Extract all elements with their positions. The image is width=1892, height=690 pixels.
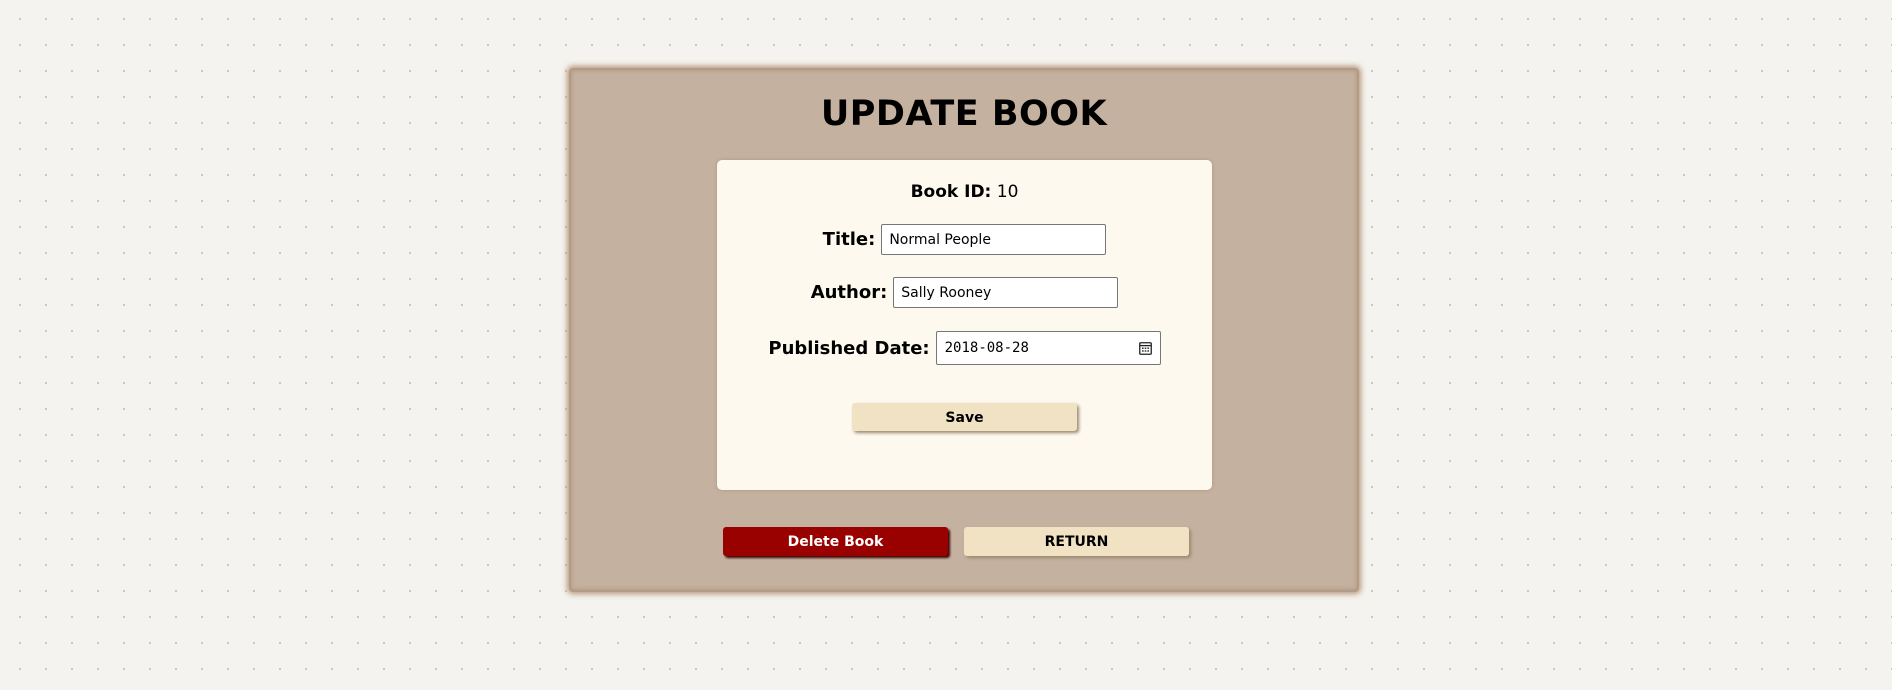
book-form-card: Book ID: 10 Title: Author: Published Dat… — [717, 160, 1212, 490]
book-id: Book ID: 10 — [717, 182, 1212, 202]
return-button[interactable]: RETURN — [964, 527, 1189, 556]
published-date-input[interactable]: 2018-08-28 — [935, 331, 1161, 365]
page-title: UPDATE BOOK — [820, 94, 1108, 134]
title-row: Title: — [717, 224, 1212, 255]
delete-book-button[interactable]: Delete Book — [723, 527, 948, 556]
calendar-icon[interactable] — [1138, 341, 1152, 355]
author-input[interactable] — [893, 277, 1119, 308]
title-label: Title: — [822, 229, 876, 250]
published-date-row: Published Date: 2018-08-28 — [717, 331, 1212, 365]
save-button[interactable]: Save — [852, 403, 1077, 431]
author-row: Author: — [717, 277, 1212, 308]
title-input[interactable] — [881, 224, 1107, 255]
update-book-panel: UPDATE BOOK Book ID: 10 Title: Author: P… — [569, 68, 1359, 592]
book-id-label: Book ID: — [910, 182, 992, 202]
book-id-value: 10 — [996, 182, 1019, 202]
author-label: Author: — [810, 282, 888, 303]
published-date-value: 2018-08-28 — [944, 340, 1029, 356]
published-date-label: Published Date: — [768, 337, 930, 359]
